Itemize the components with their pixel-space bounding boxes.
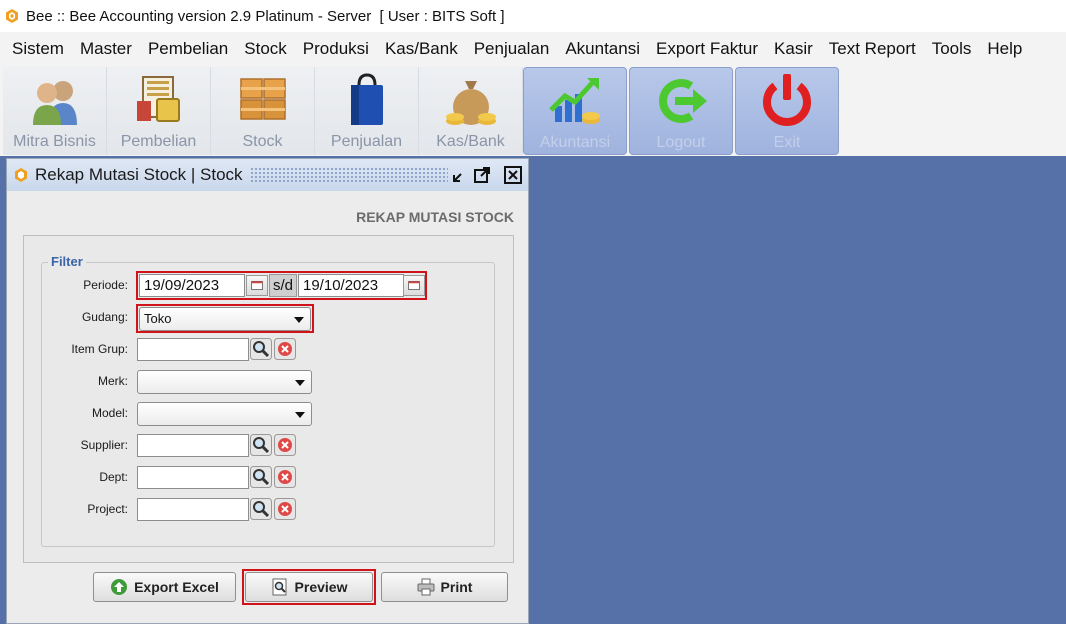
menu-help[interactable]: Help	[979, 32, 1030, 65]
item-grup-label: Item Grup:	[71, 342, 128, 356]
chart-growth-icon	[549, 78, 600, 124]
periode-separator: s/d	[269, 274, 297, 297]
toolbar-exit-button[interactable]: Exit	[735, 67, 839, 155]
gudang-value: Toko	[144, 311, 172, 326]
toolbar-label: Akuntansi	[539, 134, 611, 151]
search-icon[interactable]	[250, 338, 272, 360]
money-bag-icon	[445, 81, 496, 125]
toolbar-label: Logout	[656, 134, 706, 151]
export-excel-button[interactable]: Export Excel	[93, 572, 236, 602]
menu-kas-bank[interactable]: Kas/Bank	[377, 32, 466, 65]
child-window-title: Rekap Mutasi Stock | Stock	[35, 165, 243, 184]
toolbar-mitra-bisnis-button[interactable]: Mitra Bisnis	[3, 67, 107, 155]
periode-from-input[interactable]: 19/09/2023	[139, 274, 245, 297]
close-icon[interactable]	[503, 165, 523, 185]
toolbar-akuntansi-button[interactable]: Akuntansi	[523, 67, 627, 155]
dept-label: Dept:	[99, 470, 128, 484]
item-grup-input[interactable]	[137, 338, 249, 361]
merk-label: Merk:	[98, 374, 128, 388]
titlebar-grip	[250, 167, 448, 183]
toolbar-label: Pembelian	[120, 133, 197, 150]
dropdown-arrow-icon	[295, 412, 305, 418]
users-icon	[32, 81, 77, 125]
project-label: Project:	[87, 502, 128, 516]
project-input[interactable]	[137, 498, 249, 521]
menu-pembelian[interactable]: Pembelian	[140, 32, 236, 65]
menu-tools[interactable]: Tools	[924, 32, 980, 65]
model-label: Model:	[91, 406, 128, 420]
toolbar-label: Stock	[242, 133, 283, 150]
filter-legend: Filter	[48, 254, 86, 269]
toolbar-label: Exit	[773, 134, 801, 151]
menu-kasir[interactable]: Kasir	[766, 32, 821, 65]
gudang-label: Gudang:	[81, 310, 128, 324]
rekap-mutasi-stock-window: Rekap Mutasi Stock | Stock REKAP MUTASI …	[6, 158, 529, 624]
filter-panel: Filter Periode: 19/09/2023 s/d 19/10/202…	[23, 235, 514, 563]
menu-bar: Sistem Master Pembelian Stock Produksi K…	[0, 32, 1066, 65]
menu-produksi[interactable]: Produksi	[295, 32, 377, 65]
periode-to-input[interactable]: 19/10/2023	[298, 274, 404, 297]
toolbar-label: Penjualan	[330, 133, 403, 150]
toolbar-label: Mitra Bisnis	[13, 133, 96, 150]
supplier-label: Supplier:	[80, 438, 128, 452]
maximize-icon[interactable]	[472, 165, 492, 185]
search-icon[interactable]	[250, 434, 272, 456]
logout-arrow-icon	[659, 79, 707, 123]
preview-button[interactable]: Preview	[245, 572, 373, 602]
bee-window-icon	[15, 168, 27, 182]
window-title: Bee :: Bee Accounting version 2.9 Platin…	[26, 7, 505, 25]
menu-akuntansi[interactable]: Akuntansi	[557, 32, 648, 65]
dept-input[interactable]	[137, 466, 249, 489]
clear-icon[interactable]	[274, 498, 296, 520]
merk-select[interactable]	[137, 370, 312, 394]
search-icon[interactable]	[250, 466, 272, 488]
preview-label: Preview	[294, 579, 348, 595]
toolbar-stock-button[interactable]: Stock	[211, 67, 315, 155]
dropdown-arrow-icon	[294, 317, 304, 323]
boxes-icon	[239, 78, 286, 120]
printer-icon	[417, 578, 435, 596]
search-icon[interactable]	[250, 498, 272, 520]
toolbar-logout-button[interactable]: Logout	[629, 67, 733, 155]
clear-icon[interactable]	[274, 338, 296, 360]
print-button[interactable]: Print	[381, 572, 508, 602]
child-window-titlebar[interactable]: Rekap Mutasi Stock | Stock	[7, 159, 528, 191]
menu-sistem[interactable]: Sistem	[4, 32, 72, 65]
purchase-book-icon	[136, 76, 180, 122]
toolbar-pembelian-button[interactable]: Pembelian	[107, 67, 211, 155]
form-heading: REKAP MUTASI STOCK	[356, 209, 514, 225]
toolbar-label: Kas/Bank	[436, 133, 505, 150]
export-excel-label: Export Excel	[134, 579, 219, 595]
gudang-select[interactable]: Toko	[139, 307, 311, 331]
clear-icon[interactable]	[274, 466, 296, 488]
clear-icon[interactable]	[274, 434, 296, 456]
dropdown-arrow-icon	[295, 380, 305, 386]
menu-penjualan[interactable]: Penjualan	[466, 32, 558, 65]
toolbar: Mitra Bisnis Pembelian Stock Penjualan K…	[0, 65, 1066, 156]
preview-icon	[272, 578, 287, 596]
model-select[interactable]	[137, 402, 312, 426]
shopping-bag-icon	[350, 73, 383, 125]
excel-export-icon	[111, 579, 128, 595]
power-icon	[763, 74, 811, 126]
menu-master[interactable]: Master	[72, 32, 140, 65]
calendar-icon[interactable]	[246, 275, 268, 296]
menu-export-faktur[interactable]: Export Faktur	[648, 32, 766, 65]
bee-app-icon	[6, 9, 18, 23]
calendar-icon[interactable]	[403, 275, 425, 296]
title-bar: Bee :: Bee Accounting version 2.9 Platin…	[0, 0, 1066, 32]
restore-icon[interactable]	[450, 165, 470, 185]
toolbar-kas-bank-button[interactable]: Kas/Bank	[419, 67, 523, 155]
print-label: Print	[440, 579, 473, 595]
supplier-input[interactable]	[137, 434, 249, 457]
menu-text-report[interactable]: Text Report	[821, 32, 924, 65]
menu-stock[interactable]: Stock	[236, 32, 295, 65]
periode-label: Periode:	[83, 278, 128, 292]
toolbar-penjualan-button[interactable]: Penjualan	[315, 67, 419, 155]
